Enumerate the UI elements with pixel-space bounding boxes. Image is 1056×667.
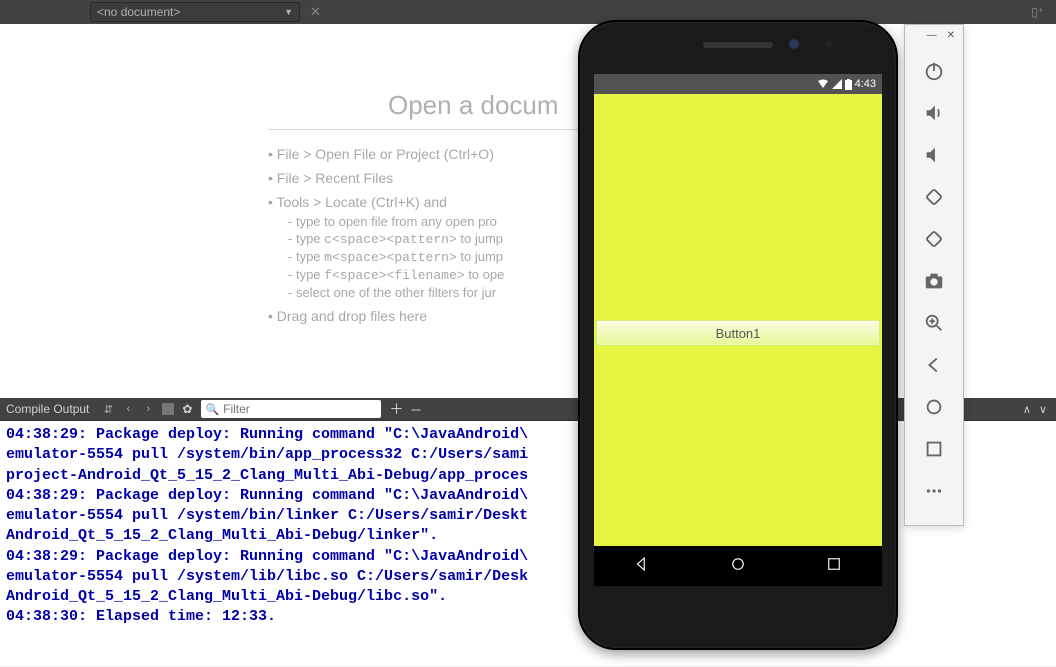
sensor-dot bbox=[825, 40, 833, 48]
rotate-right-button[interactable] bbox=[914, 219, 954, 259]
signal-icon bbox=[832, 79, 842, 89]
collapse-output-button[interactable]: ∧ bbox=[1023, 403, 1031, 416]
power-button[interactable] bbox=[914, 51, 954, 91]
battery-icon bbox=[845, 79, 852, 90]
zoom-in-button[interactable]: ＋ bbox=[389, 399, 403, 419]
app-surface[interactable]: Button1 bbox=[594, 94, 882, 546]
split-view-button[interactable]: ▯⁺ bbox=[1027, 5, 1048, 19]
expand-output-button[interactable]: ∨ bbox=[1039, 403, 1047, 416]
gear-icon[interactable]: ✿ bbox=[182, 402, 192, 416]
android-nav-bar bbox=[594, 546, 882, 586]
app-button1[interactable]: Button1 bbox=[596, 320, 880, 346]
status-time: 4:43 bbox=[855, 78, 876, 90]
output-split-button[interactable]: ⇵ bbox=[99, 400, 117, 418]
output-next-button[interactable]: › bbox=[139, 400, 157, 418]
emu-home-button[interactable] bbox=[914, 387, 954, 427]
zoom-out-button[interactable]: － bbox=[409, 400, 422, 419]
wifi-icon bbox=[817, 79, 829, 89]
phone-frame: 4:43 Button1 bbox=[578, 20, 898, 650]
emu-more-button[interactable] bbox=[914, 471, 954, 511]
output-prev-button[interactable]: ‹ bbox=[119, 400, 137, 418]
output-panel-title: Compile Output bbox=[6, 402, 89, 416]
close-document-button[interactable]: ✕ bbox=[306, 4, 325, 20]
android-emulator: 4:43 Button1 bbox=[578, 20, 898, 650]
nav-home-button[interactable] bbox=[729, 555, 747, 578]
minimize-button[interactable]: — bbox=[927, 30, 937, 41]
volume-up-button[interactable] bbox=[914, 93, 954, 133]
filter-input[interactable] bbox=[219, 402, 377, 416]
camera-button[interactable] bbox=[914, 261, 954, 301]
emulator-window-controls: — ✕ bbox=[905, 25, 963, 45]
document-name: <no document> bbox=[97, 5, 180, 19]
android-status-bar: 4:43 bbox=[594, 74, 882, 94]
front-camera bbox=[790, 40, 798, 48]
filter-field[interactable]: 🔍 bbox=[201, 400, 381, 418]
volume-down-button[interactable] bbox=[914, 135, 954, 175]
dropdown-arrow-icon: ▼ bbox=[284, 7, 293, 17]
rotate-left-button[interactable] bbox=[914, 177, 954, 217]
search-icon: 🔍 bbox=[205, 403, 219, 416]
speaker-grille bbox=[703, 42, 773, 48]
document-dropdown[interactable]: <no document> ▼ bbox=[90, 2, 300, 22]
emu-back-button[interactable] bbox=[914, 345, 954, 385]
nav-overview-button[interactable] bbox=[825, 555, 843, 578]
close-button[interactable]: ✕ bbox=[947, 30, 955, 41]
zoom-button[interactable] bbox=[914, 303, 954, 343]
nav-back-button[interactable] bbox=[633, 555, 651, 578]
emu-overview-button[interactable] bbox=[914, 429, 954, 469]
stop-icon[interactable] bbox=[162, 403, 174, 415]
emulator-toolbar: — ✕ bbox=[904, 24, 964, 526]
phone-screen[interactable]: 4:43 Button1 bbox=[594, 74, 882, 586]
